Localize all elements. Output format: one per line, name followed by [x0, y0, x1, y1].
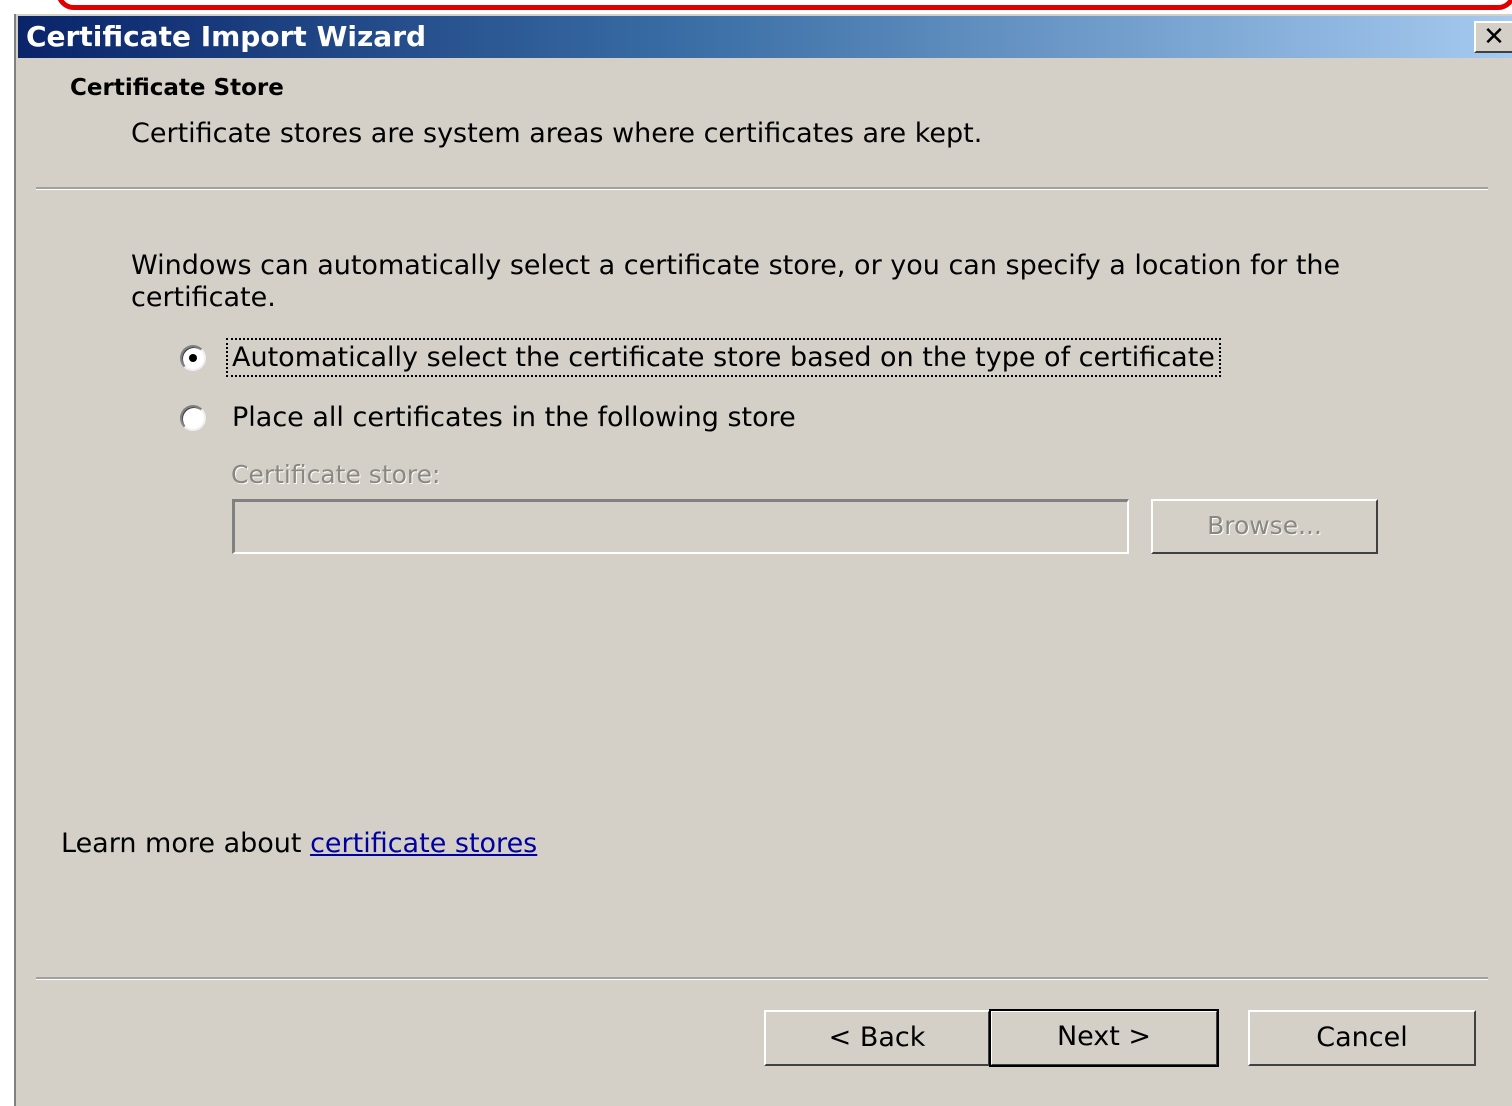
footer-divider: [36, 977, 1488, 980]
auto-select-label[interactable]: Automatically select the certificate sto…: [226, 338, 1221, 377]
back-button[interactable]: < Back: [764, 1010, 990, 1066]
browse-button: Browse...: [1151, 499, 1378, 554]
page-title: Certificate Store: [70, 75, 284, 101]
place-in-store-option[interactable]: Place all certificates in the following …: [180, 400, 800, 435]
certificate-import-wizard-dialog: Certificate Import Wizard ✕: [14, 14, 1512, 1106]
learn-more-text: Learn more about certificate stores: [61, 828, 537, 859]
highlight-annotation: [56, 0, 1512, 10]
next-button[interactable]: Next >: [989, 1009, 1219, 1067]
title-bar[interactable]: Certificate Import Wizard ✕: [18, 16, 1512, 58]
intro-text: Windows can automatically select a certi…: [131, 250, 1341, 313]
header-divider: [36, 187, 1488, 190]
learn-more-prefix: Learn more about: [61, 828, 311, 859]
place-in-store-label[interactable]: Place all certificates in the following …: [228, 400, 800, 435]
close-icon: ✕: [1483, 22, 1505, 52]
auto-select-option[interactable]: Automatically select the certificate sto…: [180, 338, 1221, 377]
page-subtitle: Certificate stores are system areas wher…: [131, 118, 983, 149]
certificate-store-label: Certificate store:: [231, 460, 441, 489]
auto-select-radio[interactable]: [180, 344, 206, 371]
certificate-stores-link[interactable]: certificate stores: [310, 828, 537, 859]
window-title: Certificate Import Wizard: [26, 20, 427, 53]
close-button[interactable]: ✕: [1474, 21, 1512, 53]
certificate-store-field: [232, 499, 1129, 554]
place-in-store-radio[interactable]: [180, 404, 206, 431]
cancel-button[interactable]: Cancel: [1248, 1010, 1476, 1066]
